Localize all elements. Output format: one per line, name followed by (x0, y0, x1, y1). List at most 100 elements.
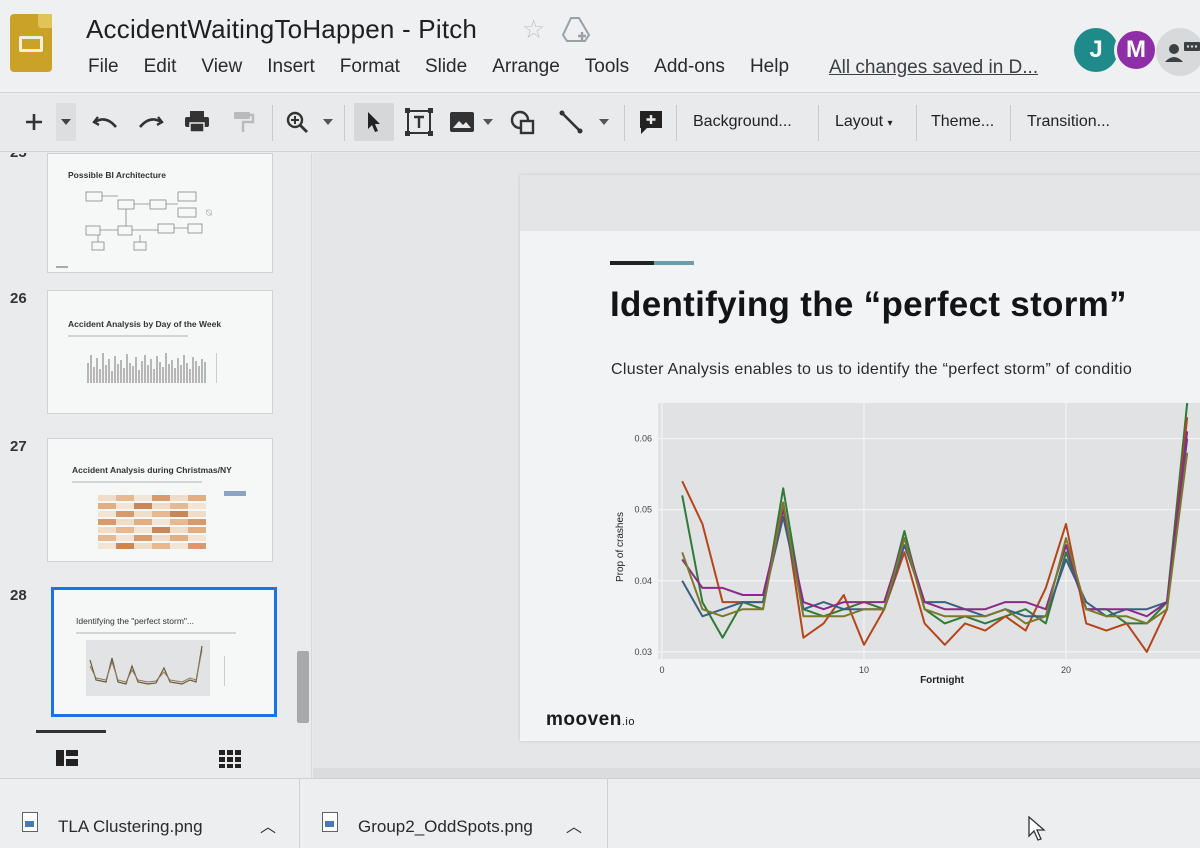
add-comment-icon[interactable] (634, 103, 668, 141)
slide-number: 25 (10, 153, 27, 161)
image-file-icon (22, 812, 38, 832)
slides-logo-icon[interactable] (10, 14, 52, 72)
toolbar-divider (1010, 105, 1011, 141)
downloads-bar: TLA Clustering.png ︿ Group2_OddSpots.png… (0, 778, 1200, 848)
star-icon[interactable]: ☆ (522, 14, 545, 45)
slide-subtitle[interactable]: Cluster Analysis enables to us to identi… (611, 361, 1132, 379)
menu-bar: File Edit View Insert Format Slide Arran… (88, 56, 814, 78)
slide-number: 27 (10, 438, 27, 455)
image-dropdown-icon[interactable] (478, 103, 498, 141)
image-file-icon (322, 812, 338, 832)
image-icon[interactable] (446, 103, 478, 141)
avatar[interactable]: M (1114, 28, 1158, 72)
avatar[interactable]: J (1074, 28, 1118, 72)
y-tick-label: 0.03 (634, 647, 652, 657)
download-file-name: TLA Clustering.png (58, 817, 203, 836)
menu-arrange[interactable]: Arrange (492, 56, 560, 78)
shape-icon[interactable] (506, 103, 540, 141)
slide-thumbnail-selected[interactable]: Identifying the "perfect storm"... (51, 587, 277, 717)
list-view-icon[interactable] (56, 750, 78, 766)
menu-edit[interactable]: Edit (144, 56, 177, 78)
slide-number: 28 (10, 587, 27, 604)
x-axis-label: Fortnight (920, 675, 965, 686)
download-item[interactable]: TLA Clustering.png ︿ (0, 779, 300, 848)
save-status-link[interactable]: All changes saved in D... (829, 57, 1038, 79)
slide-thumbnail-subtitle (68, 335, 188, 337)
mouse-cursor-icon (1028, 816, 1046, 841)
slide-title[interactable]: Identifying the “perfect storm” (610, 285, 1127, 325)
y-tick-label: 0.05 (634, 505, 652, 515)
toolbar-divider (916, 105, 917, 141)
line-dropdown-icon[interactable] (594, 103, 614, 141)
x-axis-ticks: 0 10 20 (659, 665, 1071, 675)
menu-help[interactable]: Help (750, 56, 789, 78)
brand-suffix: .io (621, 716, 635, 728)
people-icon[interactable] (1156, 28, 1200, 76)
toolbar-divider (344, 105, 345, 141)
menu-tools[interactable]: Tools (585, 56, 629, 78)
title-bar: AccidentWaitingToHappen - Pitch ☆ File E… (0, 0, 1200, 92)
menu-file[interactable]: File (88, 56, 119, 78)
menu-format[interactable]: Format (340, 56, 400, 78)
toolbar: Background... Layout ▾ Theme... Transiti… (0, 92, 1200, 152)
chevron-up-icon[interactable]: ︿ (566, 813, 582, 837)
new-slide-dropdown-icon[interactable] (56, 103, 76, 141)
text-box-icon[interactable] (402, 103, 436, 141)
print-icon[interactable] (180, 103, 214, 141)
slide-thumbnail[interactable]: Accident Analysis by Day of the Week (47, 290, 273, 414)
line-icon[interactable] (554, 103, 588, 141)
menu-insert[interactable]: Insert (267, 56, 315, 78)
slide-canvas[interactable]: Identifying the “perfect storm” Cluster … (313, 153, 1200, 778)
redo-icon[interactable] (134, 103, 168, 141)
download-item[interactable]: Group2_OddSpots.png ︿ (300, 779, 608, 848)
filmstrip-scrollbar[interactable] (297, 651, 309, 723)
toolbar-divider (676, 105, 677, 141)
bar-chart-preview (87, 353, 206, 383)
canvas-horizontal-scrollbar[interactable] (313, 768, 1200, 778)
layout-dropdown-icon: ▾ (887, 118, 893, 129)
filmstrip-view-toggles (0, 730, 312, 778)
mooven-logo: mooven.io (546, 709, 635, 731)
toolbar-divider (624, 105, 625, 141)
y-axis-label: Prop of crashes (615, 512, 626, 582)
brand-name: mooven (546, 709, 622, 730)
theme-button[interactable]: Theme... (931, 113, 994, 131)
transition-button[interactable]: Transition... (1027, 113, 1110, 131)
plot-background (658, 403, 1200, 659)
cluster-line-chart[interactable]: 0.03 0.04 0.05 0.06 0 10 20 Prop of crashes F… (604, 391, 1200, 691)
current-slide[interactable]: Identifying the “perfect storm” Cluster … (520, 175, 1200, 741)
title-accent-line (610, 261, 694, 265)
document-title[interactable]: AccidentWaitingToHappen - Pitch (86, 14, 477, 45)
menu-slide[interactable]: Slide (425, 56, 467, 78)
zoom-icon[interactable] (282, 103, 312, 141)
slide-thumbnail[interactable]: Accident Analysis during Christmas/NY (47, 438, 273, 562)
y-tick-label: 0.04 (634, 576, 652, 586)
slide-thumbnail-title: Possible BI Architecture (68, 170, 166, 180)
legend-preview (216, 353, 236, 383)
slide-thumbnail-subtitle (72, 481, 202, 483)
new-slide-icon[interactable] (18, 103, 50, 141)
y-axis-ticks: 0.03 0.04 0.05 0.06 (634, 434, 652, 657)
slide-thumbnail-title: Accident Analysis by Day of the Week (68, 319, 222, 329)
menu-view[interactable]: View (201, 56, 242, 78)
grid-view-icon[interactable] (219, 750, 241, 768)
toolbar-divider (818, 105, 819, 141)
heatmap-preview (98, 491, 246, 549)
svg-text:⍉: ⍉ (206, 208, 213, 219)
undo-icon[interactable] (88, 103, 122, 141)
select-tool-icon[interactable] (354, 103, 394, 141)
x-tick-label: 10 (859, 665, 869, 675)
slide-thumbnail-subtitle (76, 632, 236, 634)
slide-header-band (520, 175, 1200, 231)
background-button[interactable]: Background... (693, 113, 792, 131)
layout-button[interactable]: Layout ▾ (835, 113, 893, 131)
chevron-up-icon[interactable]: ︿ (260, 813, 276, 837)
zoom-dropdown-icon[interactable] (318, 103, 338, 141)
menu-add-ons[interactable]: Add-ons (654, 56, 725, 78)
x-tick-label: 0 (659, 665, 664, 675)
move-to-drive-icon[interactable] (562, 16, 590, 42)
paint-format-icon[interactable] (226, 103, 260, 141)
x-tick-label: 20 (1061, 665, 1071, 675)
slide-footer-mark (56, 266, 68, 268)
slide-thumbnail[interactable]: Possible BI Architecture ⍉ (47, 153, 273, 273)
